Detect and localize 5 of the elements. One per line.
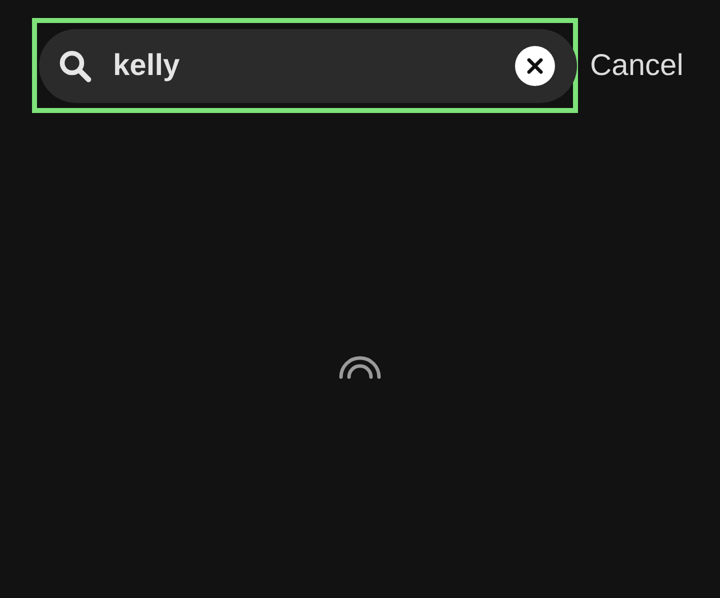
clear-button[interactable] [515,46,555,86]
cancel-button[interactable]: Cancel [590,43,684,88]
search-field[interactable]: kelly [39,28,577,102]
close-icon [527,58,543,74]
search-input[interactable]: kelly [113,43,515,88]
